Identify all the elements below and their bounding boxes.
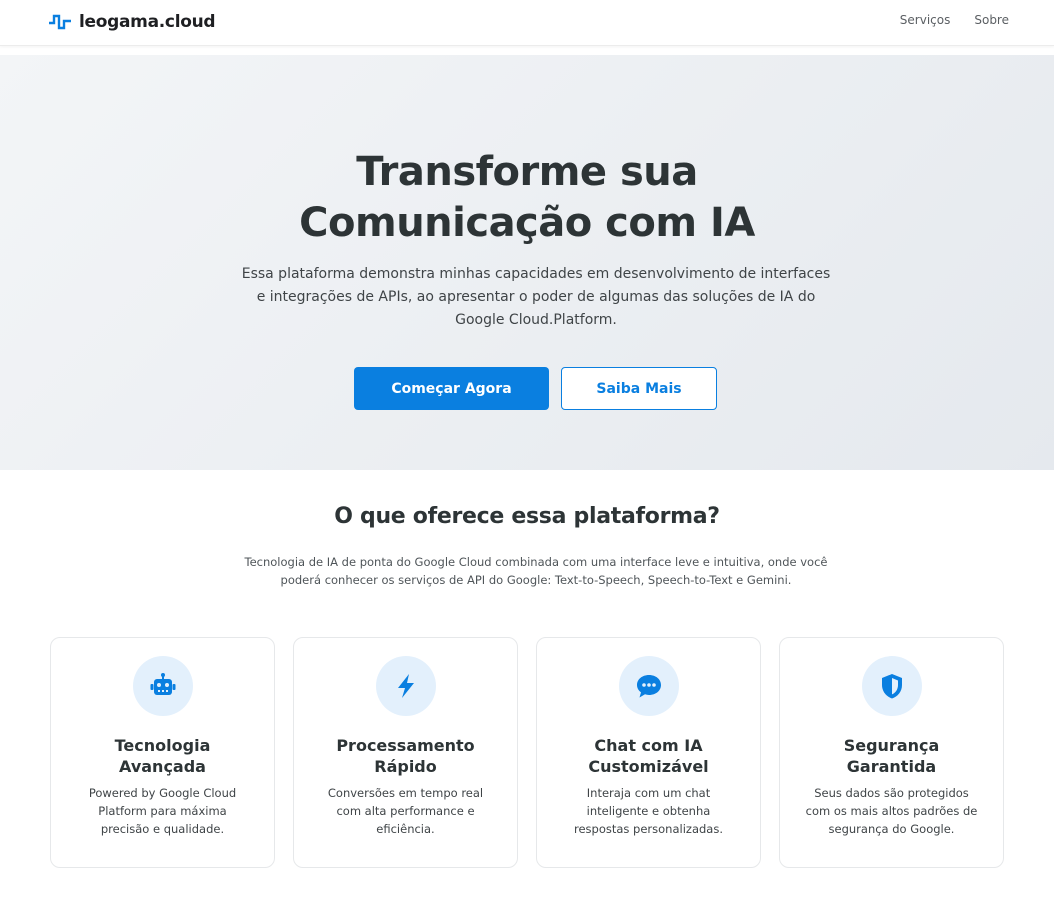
shield-icon [862,656,922,716]
learn-more-button[interactable]: Saiba Mais [561,367,717,410]
card-description-line: Conversões em tempo real [327,786,484,800]
brand-name: leogama.cloud [79,12,216,32]
card-title-line: Customizável [588,757,709,776]
nav-links: Serviços Sobre [900,13,1009,27]
card-description-line: Powered by Google Cloud [88,786,237,800]
feature-card-security: Segurança Garantida Seus dados são prote… [779,637,1004,868]
hero-title: Transforme sua Comunicação com IA [0,147,1054,249]
hero-description-line: Essa plataforma demonstra minhas capacid… [241,266,831,282]
features-description: Tecnologia de IA de ponta do Google Clou… [210,553,862,589]
card-description-line: respostas personalizadas. [573,822,723,836]
chat-bubble-icon [619,656,679,716]
nav-link-sobre[interactable]: Sobre [974,13,1009,27]
brand-link[interactable]: leogama.cloud [48,10,216,34]
hero-description-line: Google Cloud.Platform. [455,312,617,328]
lightning-bolt-icon [376,656,436,716]
card-description: Conversões em tempo real com alta perfor… [306,784,505,838]
feature-card-advanced-tech: Tecnologia Avançada Powered by Google Cl… [50,637,275,868]
card-description-line: Interaja com um chat [586,786,711,800]
pulse-icon [49,14,71,30]
card-title-line: Processamento [336,736,475,755]
start-now-button[interactable]: Começar Agora [354,367,549,410]
card-title-line: Garantida [846,757,937,776]
hero-section: Transforme sua Comunicação com IA Essa p… [0,55,1054,470]
card-description-line: Seus dados são protegidos [814,786,969,800]
card-title: Segurança Garantida [790,735,993,777]
card-description-line: eficiência. [376,822,435,836]
features-description-line: poderá conhecer os serviços de API do Go… [280,573,792,587]
card-description-line: inteligente e obtenha [586,804,711,818]
card-description: Powered by Google Cloud Platform para má… [63,784,262,838]
hero-title-line: Comunicação com IA [299,200,755,246]
card-title: Processamento Rápido [304,735,507,777]
feature-card-fast-processing: Processamento Rápido Conversões em tempo… [293,637,518,868]
card-title-line: Segurança [843,736,940,755]
card-description-line: precisão e qualidade. [100,822,225,836]
hero-title-line: Transforme sua [356,149,698,195]
card-description: Interaja com um chat inteligente e obten… [549,784,748,838]
card-title-line: Rápido [374,757,437,776]
card-description: Seus dados são protegidos com os mais al… [792,784,991,838]
card-title-line: Avançada [119,757,206,776]
card-description-line: com os mais altos padrões de [805,804,978,818]
card-description-line: Platform para máxima [98,804,227,818]
top-navbar: leogama.cloud Serviços Sobre [0,0,1054,46]
nav-link-servicos[interactable]: Serviços [900,13,951,27]
card-title-line: Tecnologia [114,736,211,755]
card-title: Tecnologia Avançada [61,735,264,777]
hero-description: Essa plataforma demonstra minhas capacid… [212,263,860,332]
card-title-line: Chat com IA [594,736,703,755]
robot-icon [133,656,193,716]
hero-description-line: e integrações de APIs, ao apresentar o p… [256,289,816,305]
feature-card-ai-chat: Chat com IA Customizável Interaja com um… [536,637,761,868]
card-title: Chat com IA Customizável [547,735,750,777]
card-description-line: com alta performance e [336,804,475,818]
card-description-line: segurança do Google. [828,822,955,836]
features-title: O que oferece essa plataforma? [334,504,720,529]
features-description-line: Tecnologia de IA de ponta do Google Clou… [244,555,828,569]
